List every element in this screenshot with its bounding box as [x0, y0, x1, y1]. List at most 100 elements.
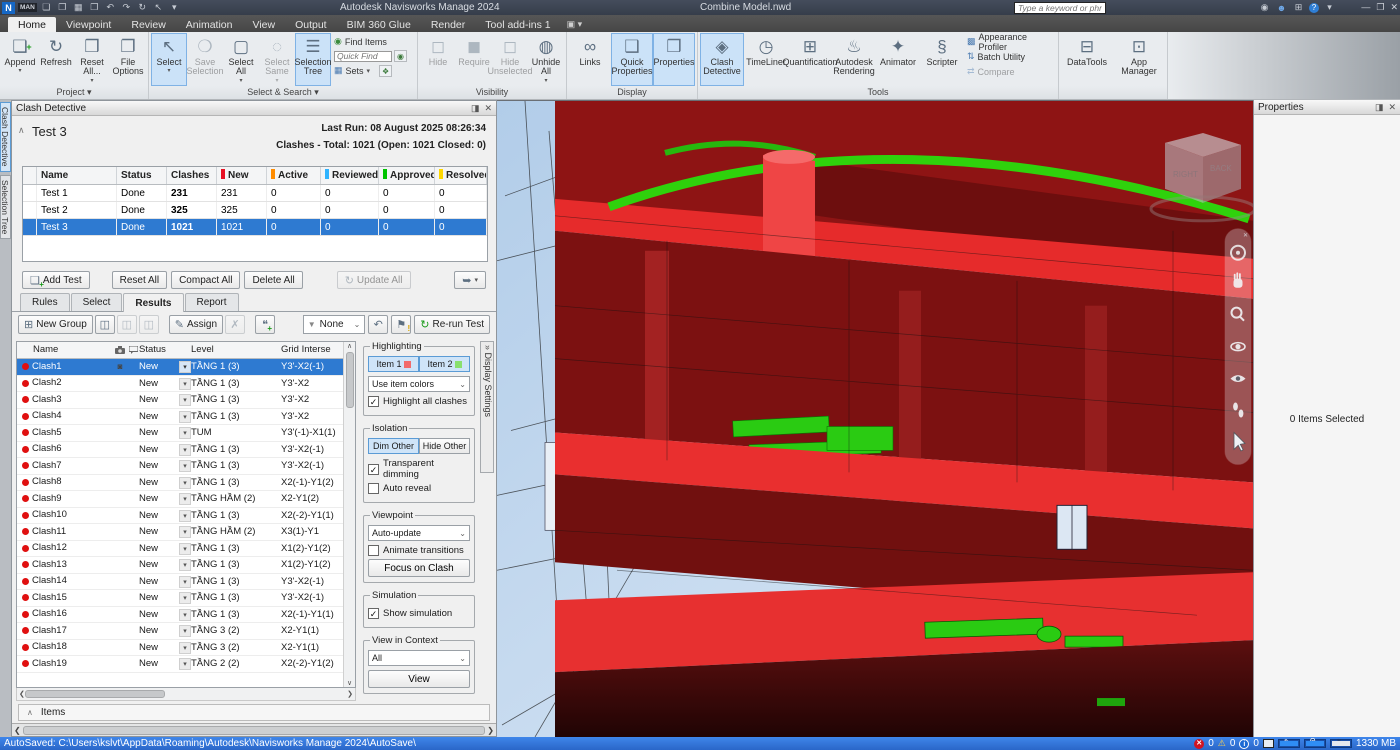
tab-tool-add-ins[interactable]: Tool add-ins 1 [475, 17, 560, 32]
clash-row[interactable]: Clash14 New ▾ TẦNG 1 (3) Y3'-X2(-1) [17, 574, 343, 591]
status-dropdown-arrow[interactable]: ▾ [179, 444, 191, 456]
explode-group-button[interactable]: ◫ [117, 315, 137, 334]
quantification-button[interactable]: ⊞ Quantification [788, 33, 832, 86]
animator-button[interactable]: ✦ Animator [876, 33, 920, 86]
use-item-colors-dropdown[interactable]: Use item colors⌄ [368, 376, 470, 392]
app-manager-button[interactable]: ⊡ App Manager [1113, 33, 1165, 86]
reset-all-button[interactable]: ❒ Reset All... ▾ [74, 33, 110, 86]
tab-render[interactable]: Render [421, 17, 475, 32]
info-count-icon[interactable]: i [1239, 739, 1249, 749]
status-dropdown-arrow[interactable]: ▾ [179, 411, 191, 423]
status-dropdown-arrow[interactable]: ▾ [179, 378, 191, 390]
highlight-warning-button[interactable]: ⚑! [391, 315, 411, 334]
save-button[interactable]: ▦ [72, 2, 85, 13]
sets-dropdown[interactable]: Sets [346, 66, 364, 76]
clash-row[interactable]: Clash1 ◙ New ▾ TẦNG 1 (3) Y3'-X2(-1) [17, 359, 343, 376]
manage-sets-icon[interactable]: ❖ [379, 65, 392, 77]
datatools-button[interactable]: ⊟ DataTools [1061, 33, 1113, 86]
compact-all-button[interactable]: Compact All [171, 271, 240, 289]
redo-button[interactable]: ↷ [120, 2, 133, 13]
group-label-display[interactable]: Display [567, 86, 697, 99]
scrollbar-thumb[interactable] [23, 726, 486, 735]
close-button[interactable]: ✕ [1390, 2, 1398, 13]
status-dropdown-arrow[interactable]: ▾ [179, 592, 191, 604]
select-tool-button[interactable]: ↖ [152, 2, 165, 13]
clash-row[interactable]: Clash19 New ▾ TẦNG 2 (2) X2(-2)-Y1(2) [17, 656, 343, 673]
tab-results[interactable]: Results [123, 293, 183, 312]
tab-review[interactable]: Review [121, 17, 175, 32]
auto-reveal-checkbox[interactable] [368, 483, 379, 494]
new-group-button[interactable]: ⊞ New Group [18, 315, 93, 334]
batch-utility-button[interactable]: ⇅ Batch Utility [967, 50, 1053, 63]
rerun-test-button[interactable]: ↻ Re-run Test [414, 315, 490, 334]
new-document-button[interactable]: ❏ [40, 2, 53, 13]
clash-row[interactable]: Clash15 New ▾ TẦNG 1 (3) Y3'-X2(-1) [17, 590, 343, 607]
hide-button[interactable]: ◻ Hide [420, 33, 456, 86]
view-button[interactable]: View [368, 670, 470, 688]
clash-row[interactable]: Clash12 New ▾ TẦNG 1 (3) X1(2)-Y1(2) [17, 541, 343, 558]
scripter-button[interactable]: § Scripter [920, 33, 964, 86]
status-dropdown-arrow[interactable]: ▾ [179, 642, 191, 654]
restore-button[interactable]: ❐ [1376, 2, 1384, 13]
quick-find-icon[interactable]: ◉ [394, 50, 407, 62]
clash-row[interactable]: Clash5 New ▾ TUM Y3'(-1)-X1(1) [17, 425, 343, 442]
print-button[interactable]: ❒ [88, 2, 101, 13]
transparent-dimming-checkbox[interactable]: ✓ [368, 464, 379, 475]
close-icon[interactable]: ✕ [1388, 102, 1396, 113]
group-label-tools[interactable]: Tools [698, 86, 1058, 99]
collapse-chevron-icon[interactable]: ∧ [18, 125, 25, 136]
sheet-browser-icon[interactable] [1263, 739, 1274, 748]
tab-bim-360-glue[interactable]: BIM 360 Glue [337, 17, 421, 32]
status-dropdown-arrow[interactable]: ▾ [179, 460, 191, 472]
clash-row[interactable]: Clash18 New ▾ TẦNG 3 (2) X2-Y1(1) [17, 640, 343, 657]
navigation-bar[interactable]: ✕ [1225, 229, 1251, 465]
status-dropdown-arrow[interactable]: ▾ [179, 658, 191, 670]
undo-filter-button[interactable]: ↶ [368, 315, 388, 334]
warning-count-icon[interactable]: ⚠ [1218, 738, 1226, 749]
results-vertical-scrollbar[interactable]: ∧∨ [343, 342, 355, 687]
export-report-button[interactable]: ➥ ▾ [454, 271, 486, 289]
tab-home[interactable]: Home [8, 17, 56, 32]
viewpoint-mode-dropdown[interactable]: Auto-update⌄ [368, 525, 470, 541]
tab-view[interactable]: View [243, 17, 286, 32]
unhide-all-button[interactable]: ◍ Unhide All ▾ [528, 33, 564, 86]
remove-from-group-button[interactable]: ◫ [139, 315, 159, 334]
tab-overflow-menu[interactable]: ▣ ▾ [567, 19, 583, 32]
appearance-profiler-button[interactable]: ▩ Appearance Profiler [967, 35, 1053, 48]
add-comment-button[interactable]: ❝+ [255, 315, 275, 334]
help-menu-arrow[interactable]: ▾ [1323, 2, 1336, 13]
scrollbar-thumb[interactable] [346, 352, 354, 408]
animate-transitions-checkbox[interactable] [368, 545, 379, 556]
unassign-button[interactable]: ✗ [225, 315, 245, 334]
status-dropdown-arrow[interactable]: ▾ [179, 609, 191, 621]
results-horizontal-scrollbar[interactable]: ❮❯ [16, 688, 356, 701]
collapse-chevron-icon[interactable]: ∧ [27, 708, 33, 717]
status-dropdown-arrow[interactable]: ▾ [179, 427, 191, 439]
status-dropdown-arrow[interactable]: ▾ [179, 477, 191, 489]
camera-column-icon[interactable] [113, 342, 127, 358]
minimize-button[interactable]: — [1361, 2, 1370, 13]
sets-arrow[interactable]: ▾ [367, 67, 371, 75]
pin-icon[interactable]: ◨ [471, 103, 480, 114]
highlight-all-checkbox[interactable]: ✓ [368, 396, 379, 407]
clash-row[interactable]: Clash11 New ▾ TẦNG HẦM (2) X3(1)-Y1 [17, 524, 343, 541]
item2-button[interactable]: Item 2 [419, 356, 470, 372]
tab-viewpoint[interactable]: Viewpoint [56, 17, 121, 32]
autodesk-rendering-button[interactable]: ♨ Autodesk Rendering [832, 33, 876, 86]
status-dropdown-arrow[interactable]: ▾ [179, 493, 191, 505]
timeliner-button[interactable]: ◷ TimeLiner [744, 33, 788, 86]
viewport-3d[interactable]: RIGHT BACK ✕ [497, 100, 1253, 737]
clash-row[interactable]: Clash8 New ▾ TẦNG 1 (3) X2(-1)-Y1(2) [17, 475, 343, 492]
clash-row[interactable]: Clash7 New ▾ TẦNG 1 (3) Y3'-X2(-1) [17, 458, 343, 475]
group-label-visibility[interactable]: Visibility [418, 86, 566, 99]
select-button[interactable]: ↖ Select ▾ [151, 33, 187, 86]
clash-row[interactable]: Clash9 New ▾ TẦNG HẦM (2) X2-Y1(2) [17, 491, 343, 508]
close-icon[interactable]: ✕ [484, 103, 492, 114]
clash-row[interactable]: Clash6 New ▾ TẦNG 1 (3) Y3'-X2(-1) [17, 442, 343, 459]
find-items-button[interactable]: ◉ Find Items [334, 35, 412, 48]
test-row[interactable]: Test 1 Done 231 231 0 0 0 0 [23, 185, 487, 202]
tab-rules[interactable]: Rules [20, 293, 70, 311]
clash-row[interactable]: Clash16 New ▾ TẦNG 1 (3) X2(-1)-Y1(1) [17, 607, 343, 624]
comment-column-icon[interactable] [127, 342, 139, 358]
group-label-select-search[interactable]: Select & Search ▾ [149, 86, 417, 99]
